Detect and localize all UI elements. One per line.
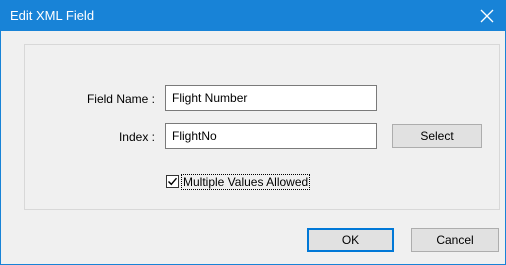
field-settings-panel: Field Name : Flight Number Index : Fligh… (24, 44, 500, 210)
index-input[interactable]: FlightNo (165, 123, 377, 149)
dialog-title: Edit XML Field (10, 8, 95, 23)
close-icon (480, 9, 494, 23)
field-name-input[interactable]: Flight Number (165, 85, 377, 111)
multiple-values-checkbox[interactable] (166, 175, 179, 188)
close-button[interactable] (469, 1, 505, 31)
field-name-label: Field Name : (86, 92, 155, 106)
title-bar[interactable]: Edit XML Field (1, 1, 505, 31)
ok-button[interactable]: OK (307, 228, 394, 252)
multiple-values-label[interactable]: Multiple Values Allowed (180, 174, 311, 190)
checkmark-icon (168, 177, 178, 186)
cancel-button[interactable]: Cancel (411, 228, 499, 252)
index-label: Index : (118, 130, 155, 144)
select-button[interactable]: Select (392, 124, 482, 148)
edit-xml-field-dialog: Edit XML Field Field Name : Flight Numbe… (0, 0, 506, 265)
